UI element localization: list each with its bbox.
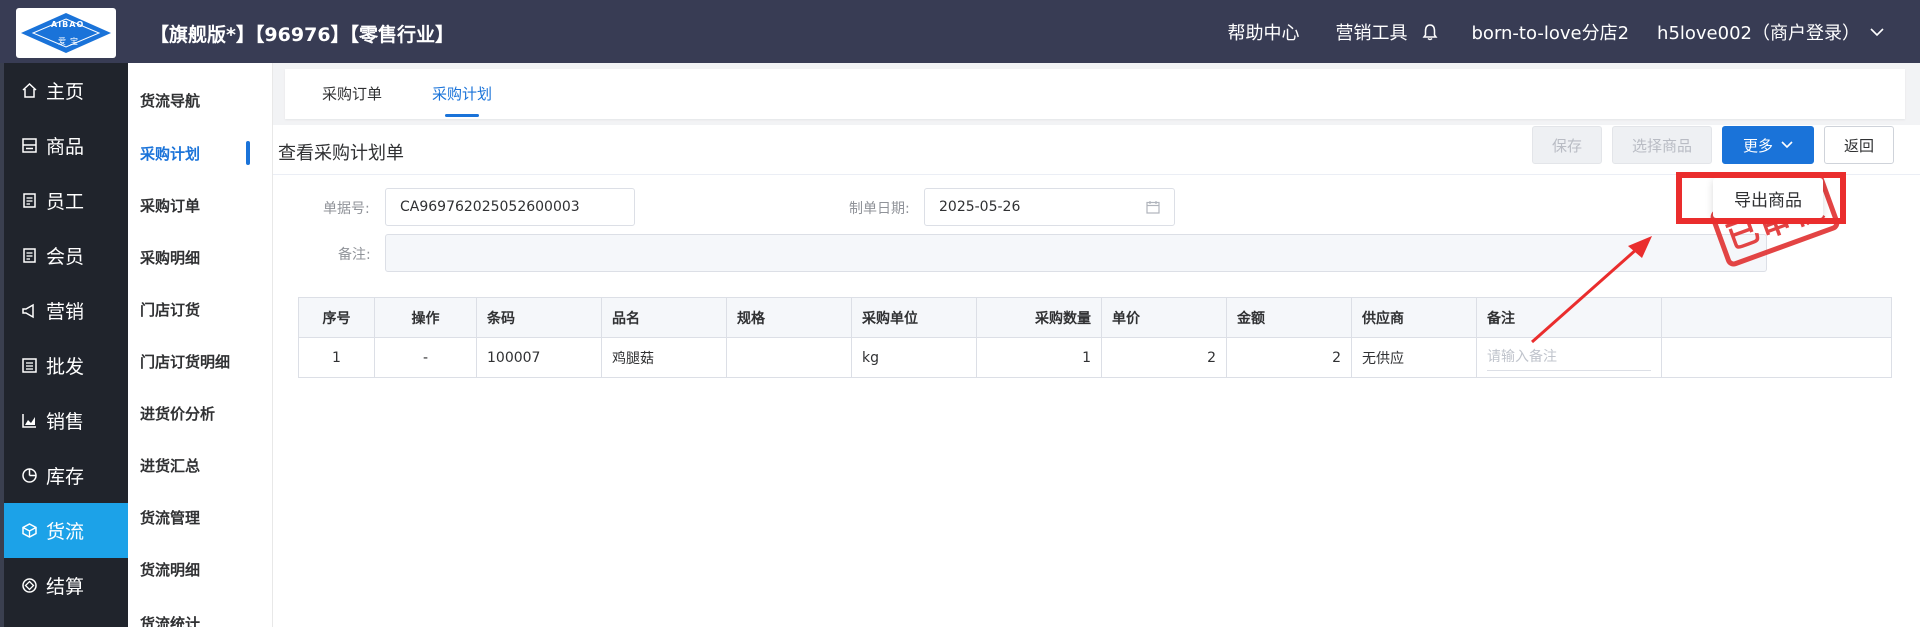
annotation-arrow — [1531, 236, 1652, 344]
